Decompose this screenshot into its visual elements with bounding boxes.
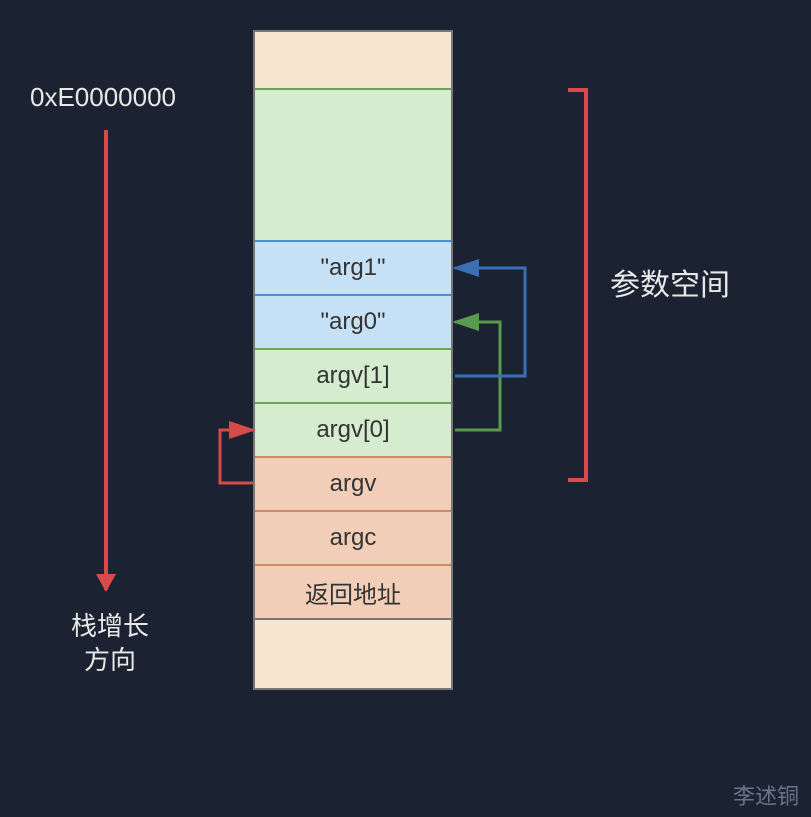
cell-spacer-bottom — [255, 618, 451, 688]
cell-arg0-string: "arg0" — [255, 294, 451, 348]
arrow-argv-to-argv0 — [220, 430, 253, 483]
growth-line2: 方向 — [84, 645, 136, 675]
address-label: 0xE0000000 — [30, 82, 176, 113]
stack-growth-label: 栈增长 方向 — [60, 610, 160, 678]
cell-spacer-top — [255, 32, 451, 88]
arrow-argv1-to-arg1 — [455, 268, 525, 376]
arrow-argv0-to-arg0 — [455, 322, 500, 430]
cell-return-addr: 返回地址 — [255, 564, 451, 618]
cell-argv1: argv[1] — [255, 348, 451, 402]
stack-column: "arg1" "arg0" argv[1] argv[0] argv argc … — [253, 30, 453, 690]
stack-growth-arrow — [104, 130, 108, 590]
param-space-bracket — [568, 88, 588, 482]
param-space-label: 参数空间 — [610, 260, 730, 304]
growth-line1: 栈增长 — [71, 611, 149, 641]
cell-argc: argc — [255, 510, 451, 564]
cell-argv: argv — [255, 456, 451, 510]
cell-argv0: argv[0] — [255, 402, 451, 456]
cell-arg-space — [255, 88, 451, 240]
watermark: 李述铜 — [733, 779, 799, 811]
cell-arg1-string: "arg1" — [255, 240, 451, 294]
